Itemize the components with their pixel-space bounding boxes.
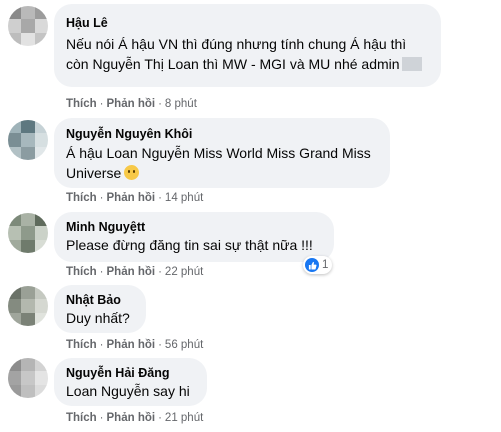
like-icon	[305, 258, 319, 272]
comment-bubble: Nguyễn Nguyên Khôi Á hậu Loan Nguyễn Mis…	[54, 118, 390, 188]
reaction-badge[interactable]: 1	[303, 256, 333, 274]
separator-dot: ·	[99, 98, 104, 110]
comment-author[interactable]: Nguyễn Nguyên Khôi	[66, 126, 378, 142]
comment-author[interactable]: Hậu Lê	[66, 15, 429, 31]
like-link[interactable]: Thích	[66, 412, 97, 424]
comment-text-line-last: Universe	[66, 163, 378, 183]
comment-bubble: Nhật Bảo Duy nhất?	[54, 285, 146, 333]
comment-text-line: Nếu nói Á hậu VN thì đúng nhưng tính chu…	[66, 36, 407, 52]
comment-author[interactable]: Nguyễn Hải Đăng	[66, 365, 195, 381]
reply-link[interactable]: Phản hồi	[107, 266, 156, 278]
like-link[interactable]: Thích	[66, 98, 97, 110]
comment-time[interactable]: 56 phút	[165, 339, 203, 351]
separator-dot: ·	[158, 192, 162, 204]
comment-text-line: Á hậu Loan Nguyễn Miss World Miss Grand …	[66, 145, 371, 161]
comment-actions: Thích · Phản hồi · 56 phút	[66, 339, 203, 351]
like-link[interactable]: Thích	[66, 266, 97, 278]
avatar[interactable]	[8, 213, 48, 253]
comment-text: còn Nguyễn Thị Loan thì MW - MGI và MU n…	[66, 56, 400, 72]
separator-dot: ·	[158, 412, 162, 424]
like-link[interactable]: Thích	[66, 192, 97, 204]
comment-time[interactable]: 14 phút	[165, 192, 203, 204]
comment-text-line: Please đừng đăng tin sai sự thật nữa !!!	[66, 237, 313, 253]
reply-link[interactable]: Phản hồi	[107, 412, 156, 424]
separator-dot: ·	[99, 266, 104, 278]
avatar[interactable]	[8, 6, 48, 46]
separator-dot: ·	[99, 339, 104, 351]
avatar[interactable]	[8, 358, 48, 398]
reply-link[interactable]: Phản hồi	[107, 339, 156, 351]
comment-actions: Thích · Phản hồi · 21 phút	[66, 412, 203, 424]
redacted-block	[401, 57, 422, 71]
comment-text-line-last: còn Nguyễn Thị Loan thì MW - MGI và MU n…	[66, 54, 429, 74]
separator-dot: ·	[158, 266, 162, 278]
avatar[interactable]	[8, 286, 48, 326]
comment-bubble: Hậu Lê Nếu nói Á hậu VN thì đúng nhưng t…	[54, 4, 441, 87]
avatar[interactable]	[8, 120, 48, 160]
reply-link[interactable]: Phản hồi	[107, 192, 156, 204]
reaction-count: 1	[322, 259, 329, 271]
like-link[interactable]: Thích	[66, 339, 97, 351]
sad-face-icon	[124, 165, 140, 180]
comment-text: Universe	[66, 165, 122, 181]
comment-time[interactable]: 21 phút	[165, 412, 203, 424]
comment-actions: Thích · Phản hồi · 14 phút	[66, 192, 203, 204]
comment-author[interactable]: Nhật Bảo	[66, 292, 134, 308]
reply-link[interactable]: Phản hồi	[107, 98, 156, 110]
comment-author[interactable]: Minh Nguyệtt	[66, 219, 322, 235]
comment-actions: Thích · Phản hồi · 8 phút	[66, 98, 197, 110]
comment-actions: Thích · Phản hồi · 22 phút	[66, 266, 203, 278]
comment-bubble: Nguyễn Hải Đăng Loan Nguyễn say hi	[54, 358, 207, 406]
comment-time[interactable]: 8 phút	[165, 98, 197, 110]
comment-text-line: Loan Nguyễn say hi	[66, 383, 190, 399]
separator-dot: ·	[158, 98, 162, 110]
comment-bubble: Minh Nguyệtt Please đừng đăng tin sai sự…	[54, 212, 334, 262]
comment-text-line: Duy nhất?	[66, 310, 130, 326]
separator-dot: ·	[99, 192, 104, 204]
separator-dot: ·	[99, 412, 104, 424]
separator-dot: ·	[158, 339, 162, 351]
comment-time[interactable]: 22 phút	[165, 266, 203, 278]
